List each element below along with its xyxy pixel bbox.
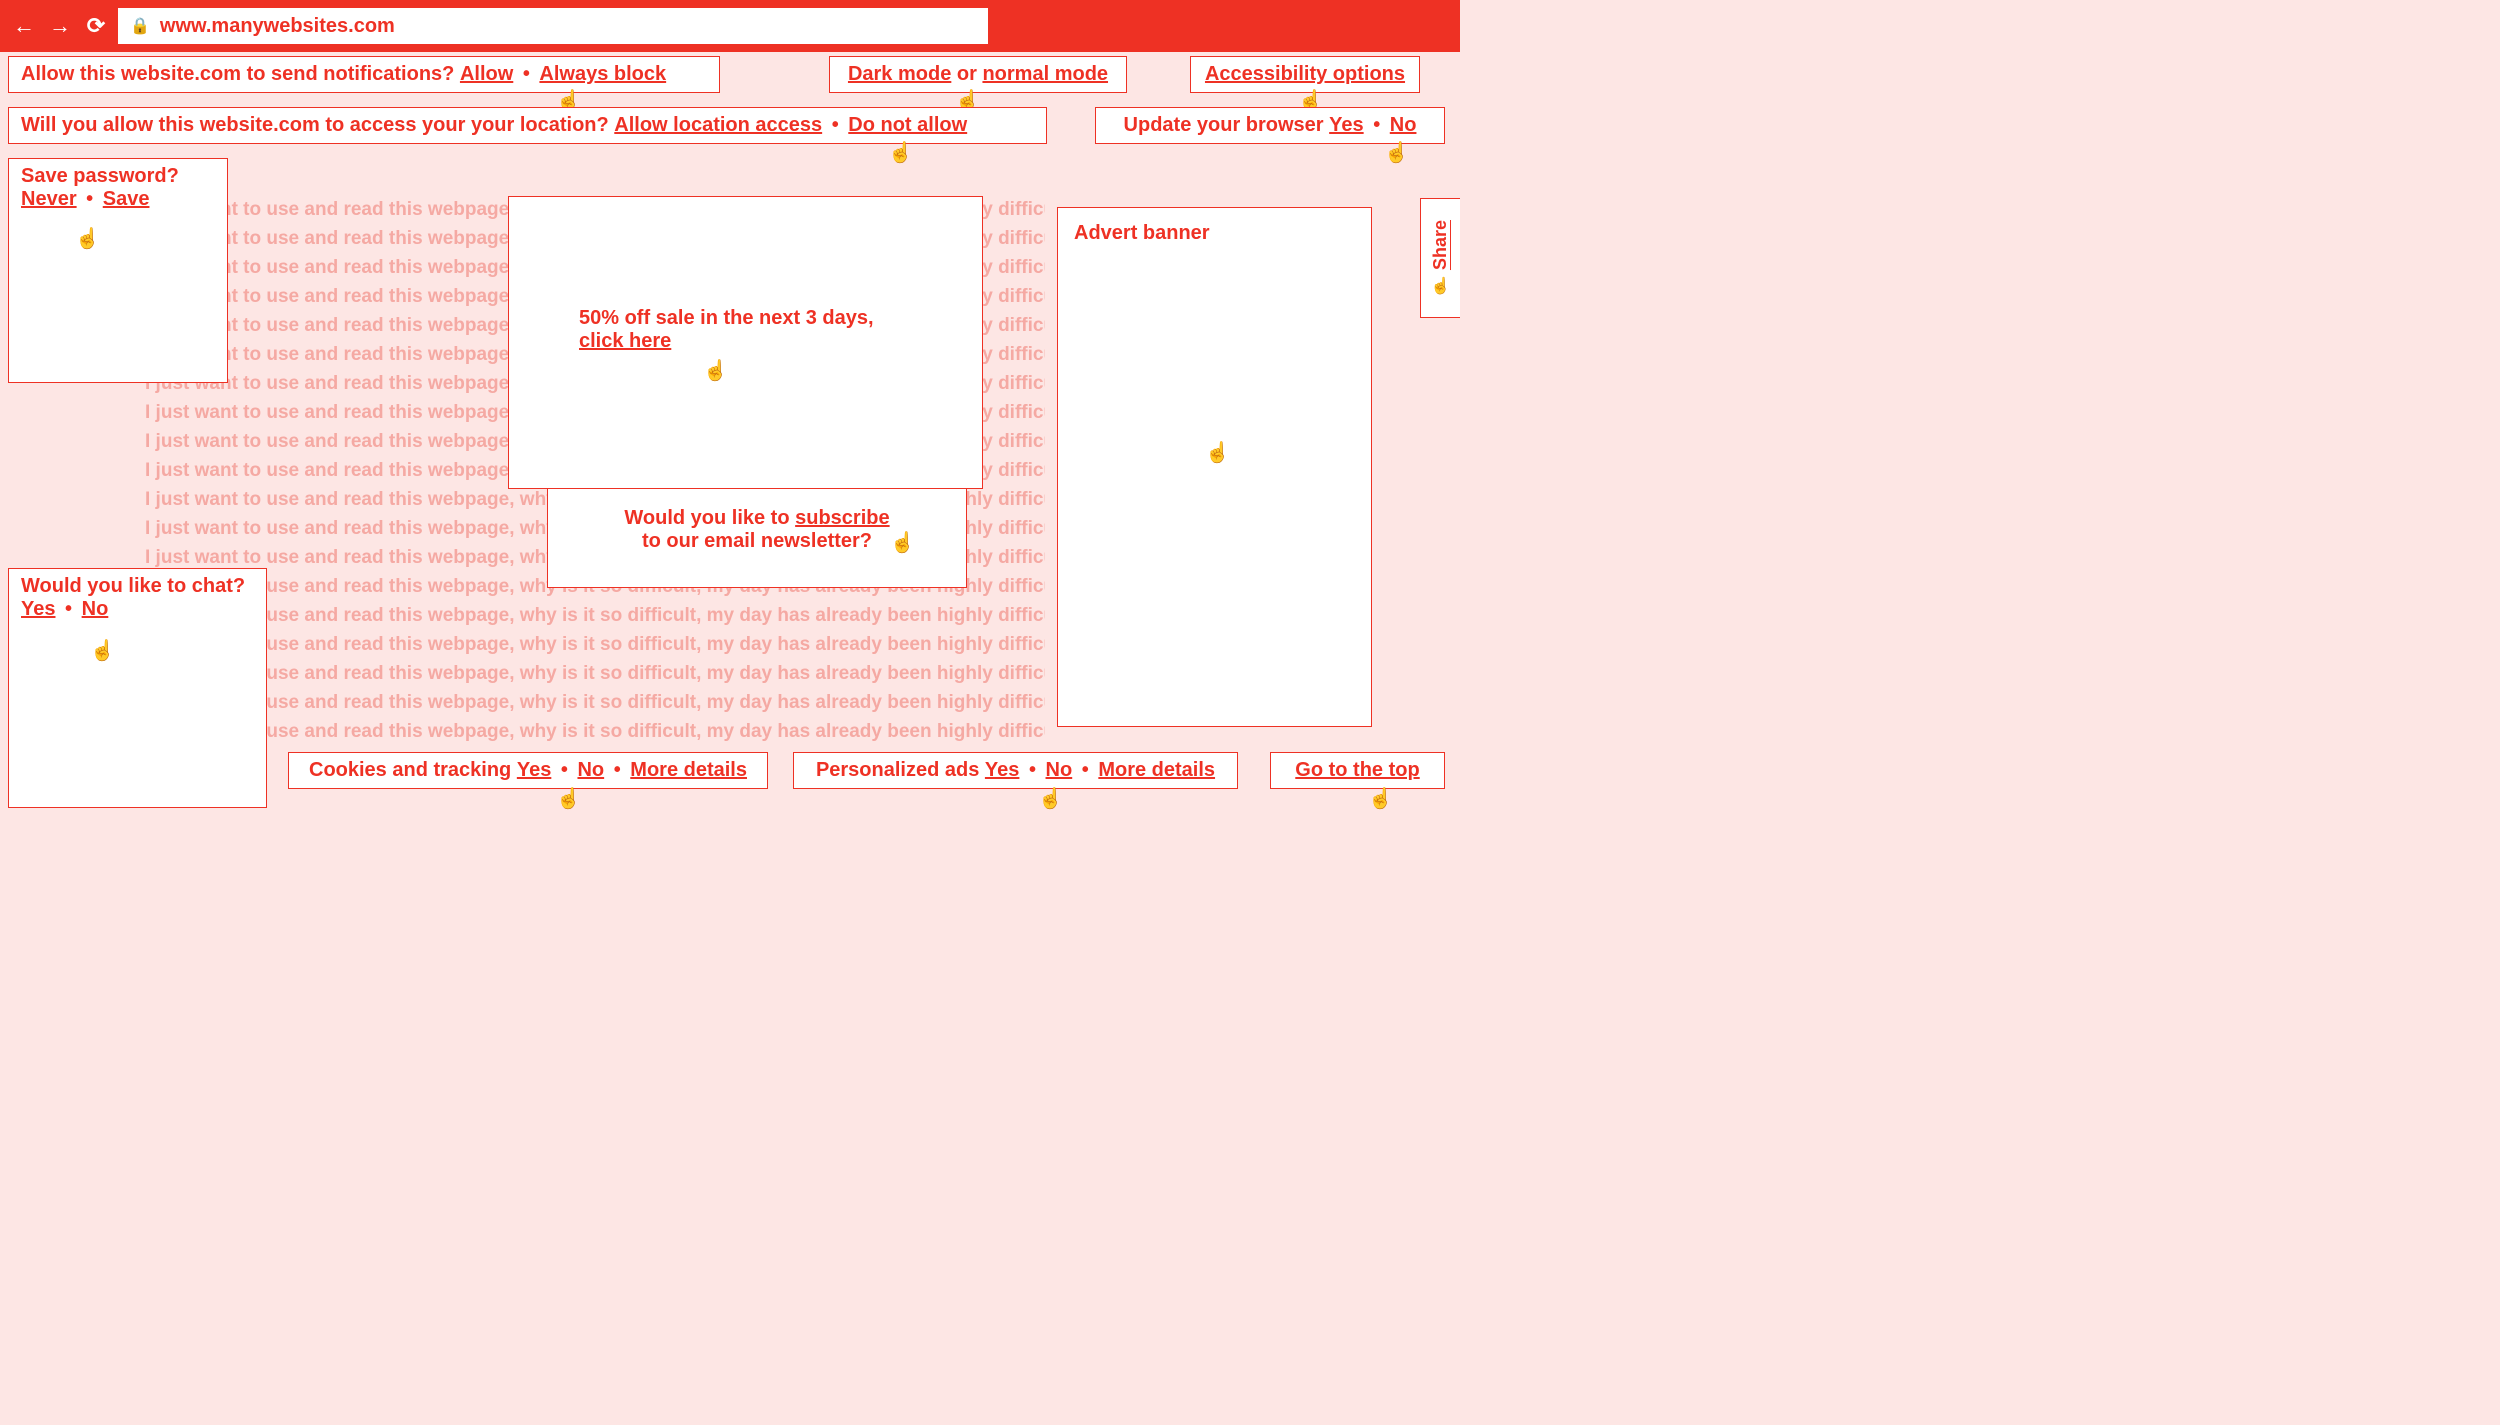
cursor-icon: ☝ <box>1431 276 1451 296</box>
accessibility-prompt: Accessibility options <box>1190 56 1420 93</box>
subscribe-modal: Would you like to subscribe to our email… <box>547 488 967 588</box>
cursor-icon: ☝ <box>1038 786 1063 811</box>
sale-modal: 50% off sale in the next 3 days, click h… <box>508 196 983 489</box>
accessibility-link[interactable]: Accessibility options <box>1205 63 1405 85</box>
share-link[interactable]: Share <box>1430 220 1451 270</box>
ads-prompt: Personalized ads Yes • No • More details <box>793 752 1238 789</box>
cookies-yes-link[interactable]: Yes <box>517 759 551 781</box>
back-button[interactable]: ← <box>10 13 38 39</box>
url-bar[interactable]: 🔒 www.manywebsites.com <box>118 8 988 44</box>
go-to-top-link[interactable]: Go to the top <box>1295 759 1419 781</box>
share-tab[interactable]: Share ☝ <box>1420 198 1460 318</box>
password-prompt: Save password? Never • Save <box>8 158 228 383</box>
cookies-no-link[interactable]: No <box>577 759 604 781</box>
lock-icon: 🔒 <box>130 16 150 36</box>
notifications-allow-link[interactable]: Allow <box>460 63 513 85</box>
chat-yes-link[interactable]: Yes <box>21 598 55 620</box>
notifications-prompt: Allow this website.com to send notificat… <box>8 56 720 93</box>
url-text: www.manywebsites.com <box>160 15 395 38</box>
password-save-link[interactable]: Save <box>103 188 150 210</box>
cursor-icon: ☝ <box>556 786 581 811</box>
dark-mode-link[interactable]: Dark mode <box>848 63 951 85</box>
forward-button[interactable]: → <box>46 13 74 39</box>
advert-banner[interactable]: Advert banner <box>1057 207 1372 727</box>
ads-more-link[interactable]: More details <box>1098 759 1215 781</box>
location-allow-link[interactable]: Allow location access <box>614 114 822 136</box>
update-yes-link[interactable]: Yes <box>1329 114 1363 136</box>
subscribe-link[interactable]: subscribe <box>795 507 889 529</box>
ads-no-link[interactable]: No <box>1046 759 1073 781</box>
sale-click-here-link[interactable]: click here <box>579 330 671 352</box>
update-no-link[interactable]: No <box>1390 114 1417 136</box>
cookies-prompt: Cookies and tracking Yes • No • More det… <box>288 752 768 789</box>
password-never-link[interactable]: Never <box>21 188 77 210</box>
location-deny-link[interactable]: Do not allow <box>848 114 967 136</box>
ads-yes-link[interactable]: Yes <box>985 759 1019 781</box>
reload-button[interactable]: ⟳ <box>82 13 110 39</box>
location-prompt: Will you allow this website.com to acces… <box>8 107 1047 144</box>
chat-no-link[interactable]: No <box>82 598 109 620</box>
chat-prompt: Would you like to chat? Yes • No <box>8 568 267 808</box>
cookies-more-link[interactable]: More details <box>630 759 747 781</box>
go-top-prompt: Go to the top <box>1270 752 1445 789</box>
normal-mode-link[interactable]: normal mode <box>982 63 1108 85</box>
browser-toolbar: ← → ⟳ 🔒 www.manywebsites.com <box>0 0 1460 52</box>
notifications-block-link[interactable]: Always block <box>539 63 666 85</box>
darkmode-prompt: Dark mode or normal mode <box>829 56 1127 93</box>
cursor-icon: ☝ <box>1368 786 1393 811</box>
update-prompt: Update your browser Yes • No <box>1095 107 1445 144</box>
